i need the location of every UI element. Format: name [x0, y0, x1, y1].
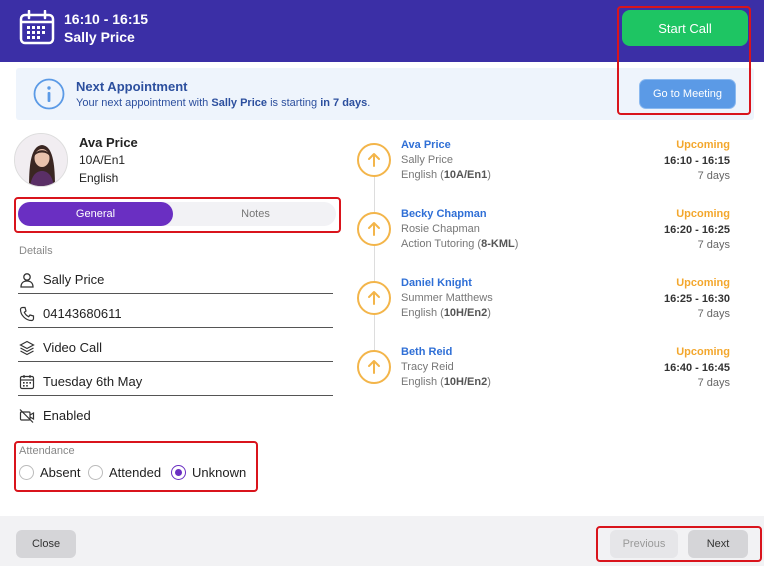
detail-row-date: Tuesday 6th May [18, 366, 333, 396]
appointment-time: 16:10 - 16:15 [64, 11, 149, 27]
appointment-status: Upcoming [676, 139, 730, 151]
timeline-item-icon [357, 281, 391, 315]
calendar-icon [19, 375, 35, 390]
appointment-time-range: 16:20 - 16:25 [663, 224, 730, 236]
appointment-teacher: Sally Price [401, 154, 453, 166]
footer-bar: Close Previous Next [0, 516, 764, 566]
radio-attended-label: Attended [109, 465, 162, 480]
banner-message-prefix: Your next appointment with [76, 97, 212, 109]
student-subject: English [79, 171, 119, 185]
radio-absent-label: Absent [40, 465, 81, 480]
timeline-line [374, 160, 375, 366]
detail-teacher: Sally Price [43, 272, 105, 287]
banner-message-mid: is starting [267, 97, 321, 109]
arrow-up-icon [368, 222, 380, 236]
banner-title: Next Appointment [76, 79, 188, 94]
tab-general[interactable]: General [18, 202, 173, 226]
detail-type: Video Call [43, 340, 103, 355]
previous-button[interactable]: Previous [610, 530, 678, 558]
tab-notes[interactable]: Notes [178, 202, 333, 226]
appointment-days: 7 days [697, 239, 730, 251]
details-heading: Details [19, 245, 53, 257]
appointment-time-range: 16:25 - 16:30 [663, 293, 730, 305]
appointment-status: Upcoming [676, 208, 730, 220]
banner-message-end: . [367, 97, 371, 109]
appointment-course: Action Tutoring (8-KML) [401, 238, 519, 250]
calendar-icon [19, 10, 55, 45]
appointment-name: Sally Price [64, 29, 135, 45]
go-to-meeting-button[interactable]: Go to Meeting [639, 79, 736, 109]
avatar [14, 133, 68, 187]
appointment-course: English (10H/En2) [401, 376, 491, 388]
detail-row-phone: 04143680611 [18, 298, 333, 328]
phone-icon [19, 306, 35, 322]
appointment-days: 7 days [697, 308, 730, 320]
detail-phone: 04143680611 [43, 306, 122, 321]
arrow-up-icon [368, 291, 380, 305]
user-icon [20, 273, 34, 288]
appointment-student[interactable]: Daniel Knight [401, 277, 472, 289]
detail-camera: Enabled [43, 408, 91, 423]
close-button[interactable]: Close [16, 530, 76, 558]
timeline-item-icon [357, 350, 391, 384]
timeline-item-icon [357, 143, 391, 177]
appointment-days: 7 days [697, 170, 730, 182]
detail-row-camera: Enabled [18, 400, 333, 430]
radio-unknown[interactable] [171, 465, 186, 480]
appointment-course-code: 10A/En1 [443, 169, 488, 181]
banner-message: Your next appointment with Sally Price i… [76, 97, 370, 109]
appointment-course-code: 10H/En2 [443, 376, 488, 388]
appointment-course-name: English [401, 169, 438, 181]
appointment-course-name: Action Tutoring [401, 238, 475, 250]
arrow-up-icon [368, 153, 380, 167]
appointment-teacher: Summer Matthews [401, 292, 493, 304]
appointment-course: English (10H/En2) [401, 307, 491, 319]
radio-absent[interactable] [19, 465, 34, 480]
avatar-image [15, 134, 67, 186]
detail-row-type: Video Call [18, 332, 333, 362]
attendance-heading: Attendance [19, 445, 75, 457]
appointment-days: 7 days [697, 377, 730, 389]
student-class: 10A/En1 [79, 153, 126, 167]
appointment-course-code: 10H/En2 [443, 307, 488, 319]
detail-row-teacher: Sally Price [18, 264, 333, 294]
next-appointment-banner: Next Appointment Your next appointment w… [16, 68, 754, 120]
appointment-time-range: 16:10 - 16:15 [663, 155, 730, 167]
appointment-student[interactable]: Beth Reid [401, 346, 452, 358]
appointment-teacher: Tracy Reid [401, 361, 454, 373]
timeline-item-icon [357, 212, 391, 246]
next-button[interactable]: Next [688, 530, 748, 558]
video-off-icon [19, 409, 35, 423]
radio-unknown-label: Unknown [192, 465, 247, 480]
appointment-teacher: Rosie Chapman [401, 223, 480, 235]
radio-attended[interactable] [88, 465, 103, 480]
appointment-course: English (10A/En1) [401, 169, 491, 181]
start-call-button[interactable]: Start Call [622, 10, 748, 46]
banner-message-when: in 7 days [320, 97, 368, 109]
appointment-course-code: 8-KML [481, 238, 515, 250]
appointment-student[interactable]: Becky Chapman [401, 208, 487, 220]
appointment-student[interactable]: Ava Price [401, 139, 451, 151]
arrow-up-icon [368, 360, 380, 374]
appointment-status: Upcoming [676, 346, 730, 358]
banner-message-name: Sally Price [211, 97, 268, 109]
appointment-course-name: English [401, 376, 438, 388]
appointment-time-range: 16:40 - 16:45 [663, 362, 730, 374]
header-bar: 16:10 - 16:15 Sally Price Start Call [0, 0, 764, 62]
student-name: Ava Price [79, 135, 138, 150]
info-icon [33, 78, 65, 110]
appointment-status: Upcoming [676, 277, 730, 289]
tab-bar: General Notes [18, 202, 336, 226]
detail-date: Tuesday 6th May [43, 374, 143, 389]
appointment-course-name: English [401, 307, 438, 319]
layers-icon [19, 340, 35, 356]
